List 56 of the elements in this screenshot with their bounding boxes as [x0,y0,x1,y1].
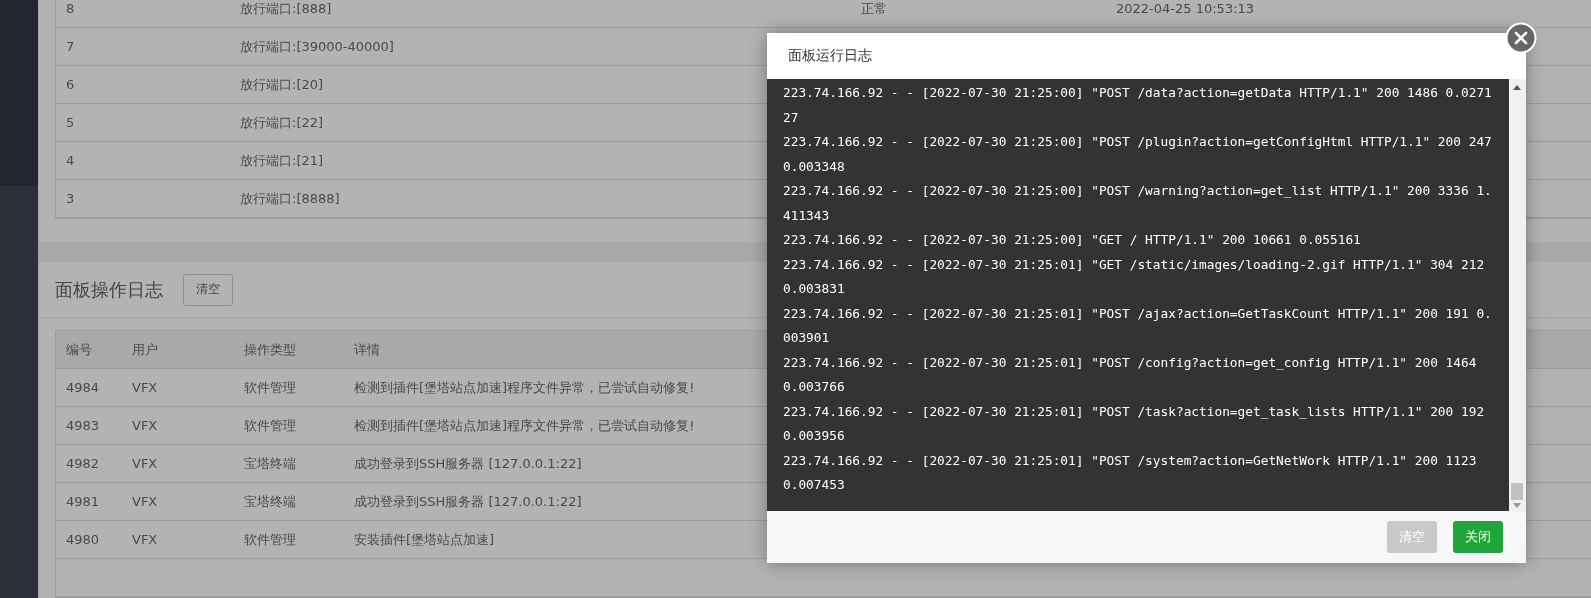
log-line: 223.74.166.92 - - [2022-07-30 21:25:00] "POST /data?action=getData HTTP/1.1" 200 1486 0.027127 [783,84,1492,127]
scroll-down-icon[interactable] [1513,503,1521,508]
table-cell: 2022-04-25 10:53:13 [1116,1,1255,16]
log-line: 223.74.166.92 - - [2022-07-30 21:25:00] "POST /plugin?action=getConfigHtml HTTP/1.1" 200 247 0.003348 [783,133,1492,176]
table-cell: 3 [66,191,75,206]
table-cell: 4984 [66,380,100,395]
table-cell: 成功登录到SSH服务器 [127.0.0.1:22] [354,454,582,473]
table-cell: 放行端口:[20] [240,75,324,94]
table-cell: 放行端口:[22] [240,113,324,132]
table-cell: 软件管理 [244,416,296,435]
table-cell: VFX [132,380,158,395]
table-cell: VFX [132,494,158,509]
log-line: 223.74.166.92 - - [2022-07-30 21:25:01] "POST /ajax?action=GetTaskCount HTTP/1.1" 200 191 0.003901 [783,304,1492,347]
table-cell: VFX [132,418,158,433]
table-cell: 成功登录到SSH服务器 [127.0.0.1:22] [354,492,582,511]
column-header: 详情 [354,340,380,359]
close-icon[interactable] [1505,22,1537,54]
table-cell: 4981 [66,494,100,509]
log-line: 223.74.166.92 - - [2022-07-30 21:25:01] "POST /system?action=GetNetWork HTTP/1.1" 200 1123 0.007453 [783,451,1478,494]
table-cell: 放行端口:[21] [240,151,324,170]
table-cell: 放行端口:[8888] [240,189,340,208]
table-cell: 软件管理 [244,530,296,549]
table-cell: 5 [66,115,75,130]
clear-button[interactable]: 清空 [183,273,233,306]
log-line: 223.74.166.92 - - [2022-07-30 21:25:01] "POST /config?action=get_config HTTP/1.1" 200 1464 0.003766 [783,353,1478,396]
table-cell: VFX [132,456,158,471]
table-cell: 检测到插件[堡塔站点加速]程序文件异常，已尝试自动修复! [354,416,695,435]
table-cell: 7 [66,39,75,54]
scrollbar[interactable] [1509,79,1526,511]
table-cell: VFX [132,532,158,547]
column-header: 编号 [66,340,92,359]
dialog-title: 面板运行日志 [788,47,872,65]
table-cell: 4 [66,153,75,168]
table-cell: 软件管理 [244,378,296,397]
scroll-thumb[interactable] [1511,483,1523,500]
log-line: 223.74.166.92 - - [2022-07-30 21:25:01] "POST /task?action=get_task_lists HTTP/1.1" 200 192 0.003956 [783,402,1486,445]
table-cell: 正常 [861,0,887,18]
table-cell: 8 [66,1,75,16]
table-cell: 4982 [66,456,100,471]
table-cell: 放行端口:[888] [240,0,332,18]
scroll-up-icon[interactable] [1513,85,1521,90]
table-cell: 检测到插件[堡塔站点加速]程序文件异常，已尝试自动修复! [354,378,695,397]
log-line: 223.74.166.92 - - [2022-07-30 21:25:01] "GET /static/images/loading-2.gif HTTP/1.1" 304 212 0.003831 [783,255,1486,298]
table-cell: 4980 [66,532,100,547]
section-title: 面板操作日志 [55,277,163,302]
dialog-button[interactable]: 关闭 [1453,521,1503,553]
table-cell: 6 [66,77,75,92]
column-header: 操作类型 [244,340,296,359]
table-cell: 宝塔终端 [244,454,296,473]
log-line: 223.74.166.92 - - [2022-07-30 21:25:00] "GET / HTTP/1.1" 200 10661 0.055161 [783,231,1362,249]
table-cell: 宝塔终端 [244,492,296,511]
table-cell: 4983 [66,418,100,433]
log-line: 223.74.166.92 - - [2022-07-30 21:25:00] "POST /warning?action=get_list HTTP/1.1" 200 3336 1.411343 [783,182,1492,225]
table-cell: 放行端口:[39000-40000] [240,37,394,56]
table-cell: 安装插件[堡塔站点加速] [354,530,495,549]
column-header: 用户 [132,340,158,359]
